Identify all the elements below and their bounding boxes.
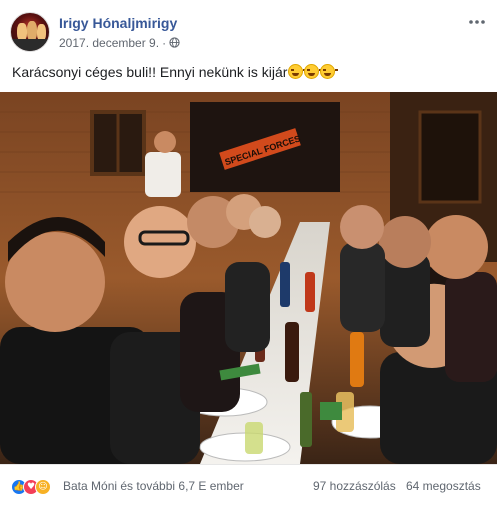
post-date-text[interactable]: 2017. december 9. bbox=[59, 36, 159, 50]
post-timestamp[interactable]: 2017. december 9. · bbox=[59, 36, 180, 50]
laughing-emoji-icon bbox=[288, 64, 307, 79]
post-message: Karácsonyi céges buli!! Ennyi nekünk is … bbox=[12, 64, 288, 80]
comments-count-link[interactable]: 97 hozzászólás bbox=[313, 479, 396, 493]
laughing-emoji-icon bbox=[320, 64, 339, 79]
more-options-icon[interactable] bbox=[467, 12, 487, 32]
post-text: Karácsonyi céges buli!! Ennyi nekünk is … bbox=[12, 64, 339, 80]
post-photo[interactable]: SPECIAL FORCES bbox=[0, 92, 497, 464]
page-avatar[interactable] bbox=[10, 12, 50, 52]
post-header: Irigy Hónaljmirigy 2017. december 9. · bbox=[0, 0, 497, 60]
haha-icon: ☺ bbox=[35, 479, 51, 495]
reactions-summary[interactable]: Bata Móni és további 6,7 E ember bbox=[63, 479, 244, 493]
separator-dot: · bbox=[162, 36, 167, 50]
globe-icon[interactable] bbox=[169, 37, 180, 48]
post-footer: 👍 ♥ ☺ Bata Móni és további 6,7 E ember 9… bbox=[0, 464, 497, 505]
page-name-link[interactable]: Irigy Hónaljmirigy bbox=[59, 15, 177, 31]
shares-count-link[interactable]: 64 megosztás bbox=[406, 479, 481, 493]
laughing-emoji-icon bbox=[304, 64, 323, 79]
party-photo-illustration: SPECIAL FORCES bbox=[0, 92, 497, 464]
